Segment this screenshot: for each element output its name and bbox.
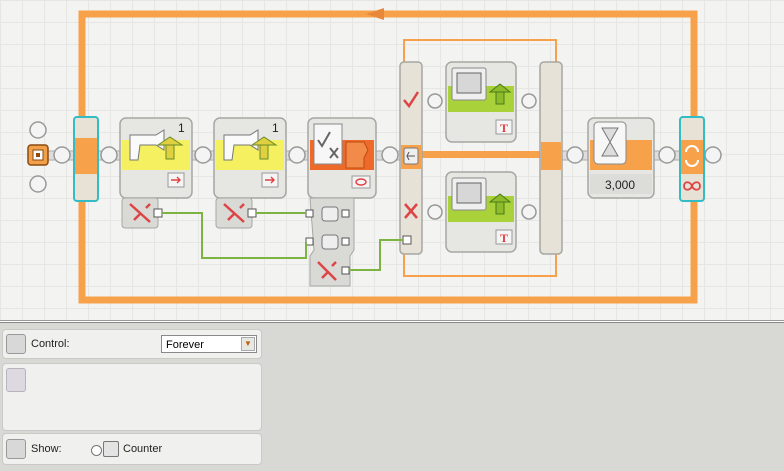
program-canvas[interactable]: T T 1 1 3,000	[0, 0, 784, 321]
switch-track	[403, 250, 557, 277]
data-hub-tab-icon	[167, 172, 185, 188]
svg-text:T: T	[500, 121, 508, 135]
beam-node	[521, 93, 537, 109]
start-node-top	[29, 121, 47, 139]
start-point-icon[interactable]	[27, 144, 49, 166]
loop-config-panel: Control: Forever ▼ Show: Counter	[2, 329, 262, 467]
sensor-1-port-label: 1	[178, 121, 185, 135]
beam-node	[704, 146, 722, 164]
beam-node	[288, 146, 306, 164]
compare-block[interactable]	[305, 117, 377, 287]
show-row: Show: Counter	[2, 433, 262, 465]
data-plug[interactable]	[305, 237, 314, 246]
counter-label: Counter	[123, 443, 163, 455]
compare-input-a[interactable]	[321, 206, 339, 222]
loop-direction-arrow	[366, 8, 384, 20]
beam-node	[427, 204, 443, 220]
control-dropdown-value: Forever	[166, 339, 204, 351]
data-plug[interactable]	[402, 235, 412, 245]
beam-node	[521, 204, 537, 220]
beam-node	[194, 146, 212, 164]
control-row: Control: Forever ▼	[2, 329, 262, 359]
start-node-bottom	[29, 175, 47, 193]
control-dropdown[interactable]: Forever ▼	[161, 335, 257, 353]
counter-icon	[103, 441, 119, 457]
data-plug[interactable]	[341, 237, 350, 246]
switch-left-bar[interactable]	[399, 61, 423, 255]
data-plug[interactable]	[341, 209, 350, 218]
beam-node	[100, 146, 118, 164]
switch-condition-icon	[403, 147, 419, 165]
data-hub-tab-icon	[351, 175, 371, 189]
sensor-2-port-label: 1	[272, 121, 279, 135]
show-icon	[6, 439, 26, 459]
data-hub-tab-icon	[261, 172, 279, 188]
loop-left-bar-band	[75, 138, 97, 174]
canvas-drawing: T T	[27, 8, 722, 304]
display-screen-icon	[451, 177, 487, 211]
data-plug[interactable]	[305, 209, 314, 218]
beam-node	[381, 146, 399, 164]
chevron-down-icon[interactable]: ▼	[241, 337, 255, 351]
show-label: Show:	[31, 443, 62, 455]
condition-icon	[6, 368, 26, 392]
wait-time-value[interactable]: 3,000	[605, 178, 635, 192]
compare-icon	[313, 123, 343, 165]
beam-node	[658, 146, 676, 164]
data-plug[interactable]	[153, 208, 163, 218]
condition-row	[2, 363, 262, 431]
svg-text:T: T	[500, 231, 508, 245]
beam-node	[566, 146, 584, 164]
data-hub-tab-icon: T	[495, 119, 513, 135]
loop-right-bar[interactable]	[679, 116, 705, 202]
beam-node	[427, 93, 443, 109]
display-block-true[interactable]: T	[445, 61, 517, 143]
hourglass-icon	[593, 121, 627, 165]
display-block-false[interactable]: T	[445, 171, 517, 253]
switch-right-bar[interactable]	[539, 61, 563, 255]
beam-node	[53, 146, 71, 164]
switch-middle-band	[420, 151, 544, 158]
counter-checkbox[interactable]	[91, 445, 102, 456]
compare-input-b[interactable]	[321, 234, 339, 250]
data-wire	[349, 239, 403, 271]
control-label: Control:	[31, 338, 70, 350]
data-plug[interactable]	[247, 208, 257, 218]
control-icon	[6, 334, 26, 354]
data-hub-tab-icon: T	[495, 229, 513, 245]
configuration-panel: Control: Forever ▼ Show: Counter	[0, 322, 784, 471]
data-plug[interactable]	[341, 266, 350, 275]
display-screen-icon	[451, 67, 487, 101]
